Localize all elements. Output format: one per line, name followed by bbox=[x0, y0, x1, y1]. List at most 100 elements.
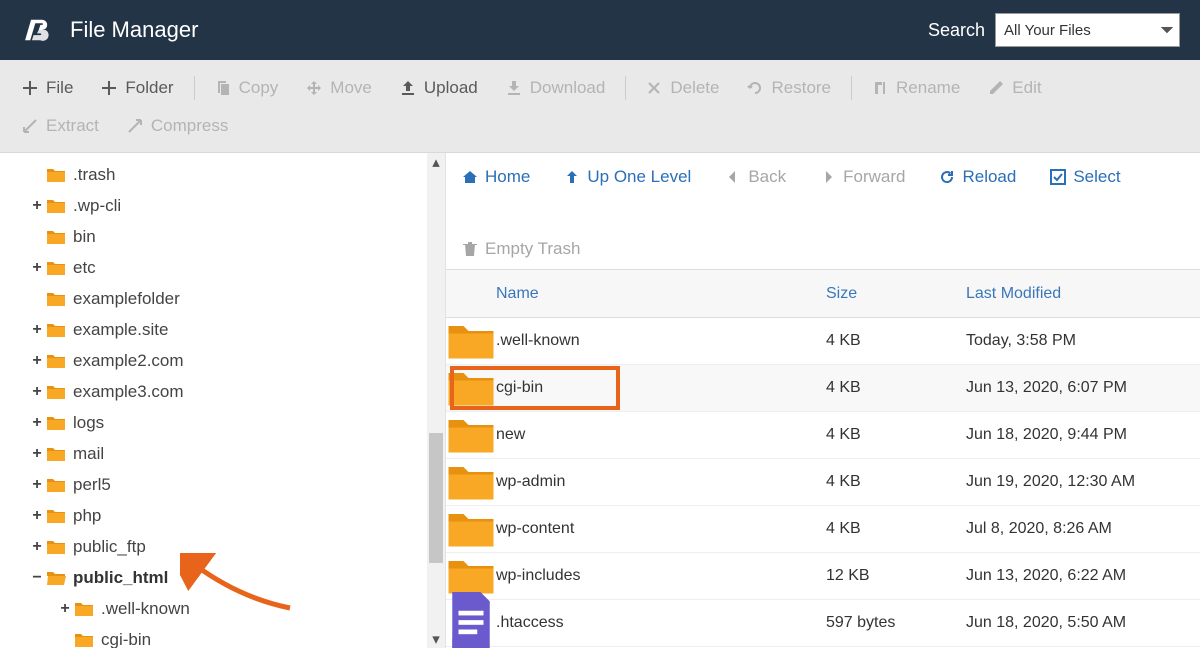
tree-toggle-icon[interactable]: − bbox=[30, 569, 44, 587]
file-name: cgi-bin bbox=[496, 379, 826, 397]
table-row[interactable]: wp-includes12 KBJun 13, 2020, 6:22 AM bbox=[446, 553, 1200, 600]
folder-icon bbox=[74, 632, 94, 648]
tree-item[interactable]: +.trash bbox=[0, 159, 445, 190]
scroll-up-arrow-icon[interactable]: ▴ bbox=[427, 153, 445, 171]
tree-toggle-icon[interactable]: + bbox=[30, 445, 44, 463]
reload-button[interactable]: Reload bbox=[939, 167, 1016, 187]
main-area: +.trash+.wp-cli+bin+etc+examplefolder+ex… bbox=[0, 153, 1200, 648]
folder-icon bbox=[46, 477, 66, 493]
table-row[interactable]: wp-content4 KBJul 8, 2020, 8:26 AM bbox=[446, 506, 1200, 553]
column-header-size[interactable]: Size bbox=[826, 285, 966, 303]
folder-icon bbox=[46, 167, 66, 183]
table-row[interactable]: .well-known4 KBToday, 3:58 PM bbox=[446, 318, 1200, 365]
new-folder-button[interactable]: Folder bbox=[87, 72, 187, 104]
tree-item[interactable]: +.well-known bbox=[0, 593, 445, 624]
trash-icon bbox=[462, 241, 478, 257]
tree-item[interactable]: +example.site bbox=[0, 314, 445, 345]
folder-icon bbox=[46, 229, 66, 245]
file-modified: Jun 18, 2020, 9:44 PM bbox=[966, 426, 1200, 444]
tree-toggle-icon[interactable]: + bbox=[30, 197, 44, 215]
scrollbar-thumb[interactable] bbox=[429, 433, 443, 563]
tree-item-label: cgi-bin bbox=[101, 630, 151, 649]
edit-button[interactable]: Edit bbox=[974, 72, 1055, 104]
folder-icon bbox=[446, 368, 496, 408]
tree-item[interactable]: + logs bbox=[0, 407, 445, 438]
upload-icon bbox=[400, 80, 416, 96]
copy-button[interactable]: Copy bbox=[201, 72, 293, 104]
folder-icon bbox=[46, 415, 66, 431]
tree-item[interactable]: + perl5 bbox=[0, 469, 445, 500]
delete-button[interactable]: Delete bbox=[632, 72, 733, 104]
tree-item[interactable]: +bin bbox=[0, 221, 445, 252]
tree-item-label: example3.com bbox=[73, 382, 184, 402]
compress-button[interactable]: Compress bbox=[113, 110, 242, 142]
tree-toggle-icon[interactable]: + bbox=[30, 321, 44, 339]
tree-item[interactable]: +.wp-cli bbox=[0, 190, 445, 221]
file-modified: Today, 3:58 PM bbox=[966, 332, 1200, 350]
table-row[interactable]: wp-admin4 KBJun 19, 2020, 12:30 AM bbox=[446, 459, 1200, 506]
scroll-down-arrow-icon[interactable]: ▾ bbox=[427, 630, 445, 648]
tree-item-label: logs bbox=[73, 413, 104, 433]
rename-button[interactable]: Rename bbox=[858, 72, 974, 104]
plus-icon bbox=[22, 80, 38, 96]
tree-toggle-icon[interactable]: + bbox=[58, 600, 72, 618]
up-arrow-icon bbox=[564, 169, 580, 185]
app-title: File Manager bbox=[70, 17, 198, 43]
tree-toggle-icon[interactable]: + bbox=[30, 383, 44, 401]
tree-item[interactable]: +mail bbox=[0, 438, 445, 469]
table-row[interactable]: new4 KBJun 18, 2020, 9:44 PM bbox=[446, 412, 1200, 459]
tree-item[interactable]: +examplefolder bbox=[0, 283, 445, 314]
tree-toggle-icon[interactable]: + bbox=[30, 352, 44, 370]
folder-icon bbox=[46, 353, 66, 369]
tree-toggle-icon[interactable]: + bbox=[30, 538, 44, 556]
column-header-modified[interactable]: Last Modified bbox=[966, 285, 1200, 303]
upload-button[interactable]: Upload bbox=[386, 72, 492, 104]
tree-item[interactable]: + example3.com bbox=[0, 376, 445, 407]
file-size: 4 KB bbox=[826, 379, 966, 397]
extract-button[interactable]: Extract bbox=[8, 110, 113, 142]
table-row[interactable]: .htaccess-1592430652461 bytesJun 18, 202… bbox=[446, 647, 1200, 648]
select-button[interactable]: Select bbox=[1050, 167, 1120, 187]
right-arrow-icon bbox=[820, 169, 836, 185]
tree-item[interactable]: +cgi-bin bbox=[0, 624, 445, 648]
download-button[interactable]: Download bbox=[492, 72, 620, 104]
column-header-name[interactable]: Name bbox=[446, 285, 826, 303]
table-row[interactable]: .htaccess597 bytesJun 18, 2020, 5:50 AM bbox=[446, 600, 1200, 647]
tree-item[interactable]: +example2.com bbox=[0, 345, 445, 376]
folder-icon bbox=[446, 556, 496, 596]
tree-toggle-icon[interactable]: + bbox=[30, 259, 44, 277]
forward-button[interactable]: Forward bbox=[820, 167, 905, 187]
folder-icon bbox=[46, 384, 66, 400]
folder-icon bbox=[46, 508, 66, 524]
tree-item[interactable]: −public_html bbox=[0, 562, 445, 593]
tree-item[interactable]: +php bbox=[0, 500, 445, 531]
sidebar-scrollbar[interactable]: ▴ ▾ bbox=[427, 153, 445, 648]
tree-item-label: perl5 bbox=[73, 475, 111, 495]
move-button[interactable]: Move bbox=[292, 72, 386, 104]
folder-icon bbox=[46, 446, 66, 462]
new-file-button[interactable]: File bbox=[8, 72, 87, 104]
back-button[interactable]: Back bbox=[725, 167, 786, 187]
tree-item[interactable]: +etc bbox=[0, 252, 445, 283]
search-scope-select[interactable]: All Your Files bbox=[995, 13, 1180, 47]
tree-toggle-icon[interactable]: + bbox=[30, 476, 44, 494]
folder-icon bbox=[46, 570, 66, 586]
home-button[interactable]: Home bbox=[462, 167, 530, 187]
tree-toggle-icon[interactable]: + bbox=[30, 414, 44, 432]
left-arrow-icon bbox=[725, 169, 741, 185]
edit-icon bbox=[988, 80, 1004, 96]
restore-button[interactable]: Restore bbox=[733, 72, 845, 104]
tree-item[interactable]: + public_ftp bbox=[0, 531, 445, 562]
file-size: 4 KB bbox=[826, 332, 966, 350]
file-table: Name Size Last Modified .well-known4 KBT… bbox=[446, 270, 1200, 648]
file-modified: Jun 18, 2020, 5:50 AM bbox=[966, 614, 1200, 632]
tree-item-label: public_ftp bbox=[73, 537, 146, 557]
up-one-level-button[interactable]: Up One Level bbox=[564, 167, 691, 187]
tree-toggle-icon[interactable]: + bbox=[30, 507, 44, 525]
table-row[interactable]: cgi-bin4 KBJun 13, 2020, 6:07 PM bbox=[446, 365, 1200, 412]
folder-tree-sidebar: +.trash+.wp-cli+bin+etc+examplefolder+ex… bbox=[0, 153, 445, 648]
file-name: .htaccess bbox=[496, 614, 826, 632]
folder-icon bbox=[46, 291, 66, 307]
folder-icon bbox=[46, 260, 66, 276]
empty-trash-button[interactable]: Empty Trash bbox=[462, 239, 580, 259]
